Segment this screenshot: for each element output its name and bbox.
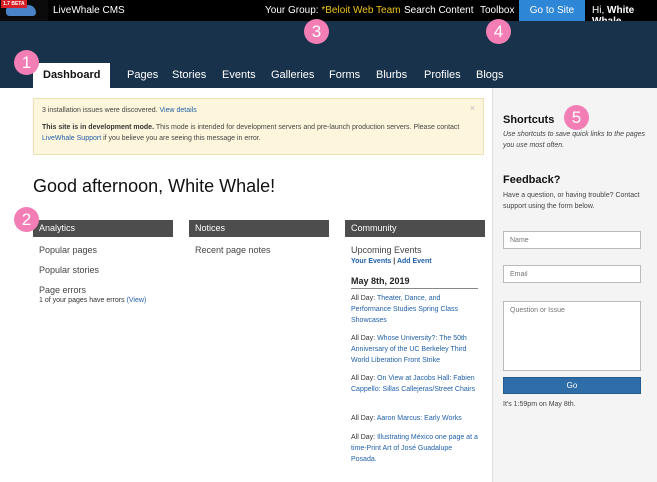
issues-message: 3 installation issues were discovered. V… <box>42 105 475 116</box>
issues-text: 3 installation issues were discovered. <box>42 107 158 114</box>
go-to-site-button[interactable]: Go to Site <box>519 0 585 21</box>
event-item: All Day: Theater, Dance, and Performance… <box>351 293 479 326</box>
view-details-link[interactable]: View details <box>160 107 197 114</box>
events-date: May 8th, 2019 <box>351 276 478 289</box>
event-item: All Day: Whose University?: The 50th Ann… <box>351 333 479 366</box>
upcoming-events-link[interactable]: Upcoming Events <box>351 245 422 255</box>
go-button[interactable]: Go <box>503 377 641 394</box>
event-time: All Day: <box>351 335 376 342</box>
page-errors-summary: 1 of your pages have errors (View) <box>39 297 146 304</box>
toolbox-link[interactable]: Toolbox <box>480 5 514 16</box>
name-field[interactable] <box>503 231 641 249</box>
link-separator: | <box>393 258 396 265</box>
top-bar: 1.7 BETA LiveWhale CMS Your Group: *Belo… <box>0 0 657 27</box>
your-events-link[interactable]: Your Events <box>351 258 391 265</box>
search-content-link[interactable]: Search Content <box>404 5 474 16</box>
analytics-header: Analytics <box>33 220 173 237</box>
dev-mode-message: This site is in development mode. This m… <box>42 122 475 144</box>
errors-view-link[interactable]: (View) <box>127 297 147 304</box>
alert-box: × 3 installation issues were discovered.… <box>33 98 484 155</box>
annotation-marker-5: 5 <box>564 105 589 130</box>
event-link[interactable]: Aaron Marcus: Early Works <box>377 415 462 422</box>
tab-forms[interactable]: Forms <box>329 63 360 88</box>
page-greeting: Good afternoon, White Whale! <box>33 176 276 196</box>
close-icon[interactable]: × <box>470 103 475 114</box>
shortcuts-title: Shortcuts <box>503 114 555 126</box>
event-item: All Day: Aaron Marcus: Early Works <box>351 413 479 424</box>
right-sidebar: Shortcuts Use shortcuts to save quick li… <box>492 88 657 482</box>
group-label: Your Group: <box>265 5 319 16</box>
app-name[interactable]: LiveWhale CMS <box>53 5 125 16</box>
email-field[interactable] <box>503 265 641 283</box>
tab-events[interactable]: Events <box>222 63 256 88</box>
greeting-prefix: Hi, <box>592 5 605 16</box>
event-time: All Day: <box>351 434 376 441</box>
add-event-link[interactable]: Add Event <box>397 258 432 265</box>
tab-stories[interactable]: Stories <box>172 63 206 88</box>
tab-galleries[interactable]: Galleries <box>271 63 314 88</box>
annotation-marker-4: 4 <box>486 19 511 44</box>
event-item: All Day: Illustrating México one page at… <box>351 432 479 465</box>
feedback-text: Have a question, or having trouble? Cont… <box>503 192 640 210</box>
tab-pages[interactable]: Pages <box>127 63 158 88</box>
dev-mode-tail: if you believe you are seeing this messa… <box>103 135 261 142</box>
errors-text: 1 of your pages have errors <box>39 297 125 304</box>
livewhale-logo[interactable]: 1.7 BETA <box>0 0 48 21</box>
annotation-marker-3: 3 <box>304 19 329 44</box>
dev-mode-text: This mode is intended for development se… <box>155 124 460 131</box>
question-field[interactable] <box>503 301 641 371</box>
tab-blogs[interactable]: Blogs <box>476 63 504 88</box>
group-name[interactable]: *Beloit Web Team <box>321 5 400 16</box>
tab-profiles[interactable]: Profiles <box>424 63 461 88</box>
support-link[interactable]: LiveWhale Support <box>42 135 101 142</box>
event-time: All Day: <box>351 415 376 422</box>
tab-dashboard[interactable]: Dashboard3 <box>33 63 111 105</box>
tab-blurbs[interactable]: Blurbs <box>376 63 407 88</box>
page-errors-link[interactable]: Page errors <box>39 285 86 295</box>
current-time-text: It's 1:59pm on May 8th. <box>503 401 576 408</box>
beta-badge: 1.7 BETA <box>1 0 27 8</box>
community-header: Community <box>345 220 485 237</box>
shortcuts-text: Use shortcuts to save quick links to the… <box>503 131 646 149</box>
event-item: All Day: On View at Jacobs Hall: Fabien … <box>351 373 479 395</box>
event-time: All Day: <box>351 375 376 382</box>
tab-label: Dashboard <box>43 69 101 81</box>
event-time: All Day: <box>351 295 376 302</box>
feedback-title: Feedback? <box>503 174 561 186</box>
popular-stories-link[interactable]: Popular stories <box>39 265 99 275</box>
annotation-marker-1: 1 <box>14 50 39 75</box>
event-links: Your Events | Add Event <box>351 258 432 265</box>
recent-page-notes-link[interactable]: Recent page notes <box>195 245 271 255</box>
popular-pages-link[interactable]: Popular pages <box>39 245 97 255</box>
main-content: × 3 installation issues were discovered.… <box>0 88 492 482</box>
dev-mode-title: This site is in development mode. <box>42 124 155 131</box>
notices-header: Notices <box>189 220 329 237</box>
annotation-marker-2: 2 <box>14 207 39 232</box>
group-selector[interactable]: Your Group: *Beloit Web Team <box>265 5 400 16</box>
